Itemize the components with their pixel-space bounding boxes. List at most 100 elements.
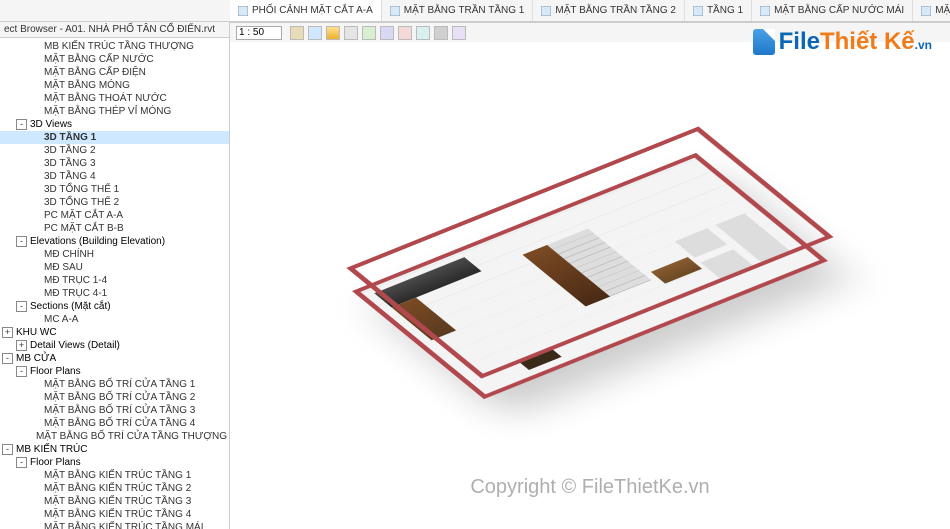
tree-item-label: Elevations (Building Elevation)	[30, 236, 165, 247]
tree-item[interactable]: MẶT BẰNG KIẾN TRÚC TẦNG MÁI	[0, 521, 229, 529]
tree-item[interactable]: MẶT BẰNG BỐ TRÍ CỬA TẦNG 3	[0, 404, 229, 417]
tree-item[interactable]: MẶT BẰNG BỐ TRÍ CỬA TẦNG THƯỢNG	[0, 430, 229, 443]
tree-item-label: MĐ TRỤC 1-4	[44, 275, 107, 286]
tree-item-label: MB CỬA	[16, 353, 56, 364]
tree-section-header[interactable]: +KHU WC	[0, 326, 229, 339]
tree-item-label: 3D TỔNG THỂ 2	[44, 197, 119, 208]
view-tab[interactable]: MẶT B	[913, 0, 950, 21]
collapse-icon[interactable]: -	[2, 444, 13, 455]
tree-item-label: 3D TỔNG THỂ 1	[44, 184, 119, 195]
tree-item[interactable]: MẶT BẰNG BỐ TRÍ CỬA TẦNG 2	[0, 391, 229, 404]
tree-item-label: 3D TẦNG 4	[44, 171, 96, 182]
view-tab-icon	[760, 6, 770, 16]
tree-item[interactable]: MẶT BẰNG KIẾN TRÚC TẦNG 3	[0, 495, 229, 508]
tree-section-header[interactable]: -MB KIẾN TRÚC	[0, 443, 229, 456]
tree-section-header[interactable]: -Sections (Mặt cắt)	[0, 300, 229, 313]
tree-item[interactable]: 3D TẦNG 3	[0, 157, 229, 170]
view-tab[interactable]: MẶT BẰNG TRẦN TẦNG 1	[382, 0, 534, 21]
project-browser-tree[interactable]: MB KIẾN TRÚC TẦNG THƯỢNG MẶT BẰNG CẤP NƯỚ…	[0, 38, 229, 529]
armchair-1	[700, 249, 753, 279]
sofa	[716, 213, 791, 262]
tree-item[interactable]: MẶT BẰNG MÓNG	[0, 79, 229, 92]
tree-item[interactable]: 3D TỔNG THỂ 1	[0, 183, 229, 196]
tree-item-label: Detail Views (Detail)	[30, 340, 120, 351]
tree-item[interactable]: MẶT BẰNG CẤP ĐIỆN	[0, 66, 229, 79]
collapse-icon[interactable]: -	[16, 457, 27, 468]
tree-item[interactable]: MẶT BẰNG THÉP VỈ MÓNG	[0, 105, 229, 118]
main-area: ect Browser - A01. NHÀ PHỐ TÂN CỔ ĐIỂN.r…	[0, 22, 950, 529]
tree-section-header[interactable]: +Detail Views (Detail)	[0, 339, 229, 352]
tree-item-label: 3D TẦNG 3	[44, 158, 96, 169]
collapse-icon[interactable]: -	[2, 353, 13, 364]
tree-item-label: Floor Plans	[30, 457, 81, 468]
tree-item[interactable]: MẶT BẰNG BỐ TRÍ CỬA TẦNG 1	[0, 378, 229, 391]
tree-section-header[interactable]: -Elevations (Building Elevation)	[0, 235, 229, 248]
tree-section-header[interactable]: -3D Views	[0, 118, 229, 131]
tree-item-label: MC A-A	[44, 314, 78, 325]
expand-icon[interactable]: +	[16, 340, 27, 351]
viewport-3d[interactable]: FileThiết Kế.vn Copyright © FileThietKe.…	[230, 22, 950, 529]
tree-item-label: MĐ CHÍNH	[44, 249, 94, 260]
project-browser-panel: ect Browser - A01. NHÀ PHỐ TÂN CỔ ĐIỂN.r…	[0, 22, 230, 529]
view-tab-icon	[238, 6, 248, 16]
coffee-table	[651, 257, 702, 284]
tree-item-label: MB KIẾN TRÚC	[16, 444, 88, 455]
collapse-icon[interactable]: -	[16, 366, 27, 377]
kitchen-counter	[374, 257, 481, 307]
view-tab-label: PHỐI CẢNH MẶT CẮT A-A	[252, 5, 373, 16]
expand-icon[interactable]: +	[2, 327, 13, 338]
tree-section-header[interactable]: -Floor Plans	[0, 365, 229, 378]
tree-item-label: MẶT BẰNG BỐ TRÍ CỬA TẦNG 2	[44, 392, 195, 403]
tree-item[interactable]: PC MẶT CẮT A-A	[0, 209, 229, 222]
tree-item-label: MẶT BẰNG KIẾN TRÚC TẦNG 3	[44, 496, 191, 507]
tree-item[interactable]: MẶT BẰNG KIẾN TRÚC TẦNG 4	[0, 508, 229, 521]
view-tab[interactable]: MẶT BẰNG TRẦN TẦNG 2	[533, 0, 685, 21]
tree-item-label: 3D Views	[30, 119, 72, 130]
view-tab-label: MẶT BẰNG CẤP NƯỚC MÁI	[774, 5, 904, 16]
tree-item[interactable]: 3D TẦNG 2	[0, 144, 229, 157]
project-browser-title: ect Browser - A01. NHÀ PHỐ TÂN CỔ ĐIỂN.r…	[0, 22, 229, 38]
tree-item-label: MĐ SAU	[44, 262, 83, 273]
tree-item-label: MẶT BẰNG KIẾN TRÚC TẦNG 4	[44, 509, 191, 520]
tree-item[interactable]: MB KIẾN TRÚC TẦNG THƯỢNG	[0, 40, 229, 53]
view-tab[interactable]: PHỐI CẢNH MẶT CẮT A-A	[230, 0, 382, 21]
view-tab-icon	[693, 6, 703, 16]
tree-item-label: MẶT BẰNG BỐ TRÍ CỬA TẦNG 1	[44, 379, 195, 390]
collapse-icon[interactable]: -	[16, 236, 27, 247]
tree-item[interactable]: MẶT BẰNG BỐ TRÍ CỬA TẦNG 4	[0, 417, 229, 430]
floor-slab	[352, 152, 828, 398]
tree-item-label: MẶT BẰNG BỐ TRÍ CỬA TẦNG 4	[44, 418, 195, 429]
tree-item[interactable]: 3D TẦNG 4	[0, 170, 229, 183]
tree-item-label: 3D TẦNG 2	[44, 145, 96, 156]
tree-item[interactable]: MĐ TRỤC 1-4	[0, 274, 229, 287]
tree-section-header[interactable]: -MB CỬA	[0, 352, 229, 365]
view-tab-icon	[541, 6, 551, 16]
staircase	[547, 228, 651, 296]
view-canvas[interactable]	[230, 22, 950, 529]
tree-item[interactable]: MC A-A	[0, 313, 229, 326]
tree-section-header[interactable]: -Floor Plans	[0, 456, 229, 469]
armchair-2	[675, 228, 728, 258]
tree-item-label: PC MẶT CẮT B-B	[44, 223, 124, 234]
collapse-icon[interactable]: -	[16, 119, 27, 130]
view-tabs-bar: PHỐI CẢNH MẶT CẮT A-A MẶT BẰNG TRẦN TẦNG …	[0, 0, 950, 22]
view-tab[interactable]: TẦNG 1	[685, 0, 752, 21]
view-tab-icon	[390, 6, 400, 16]
tree-item[interactable]: MẶT BẰNG THOÁT NƯỚC	[0, 92, 229, 105]
tree-item[interactable]: 3D TẦNG 1	[0, 131, 229, 144]
tree-item[interactable]: MĐ CHÍNH	[0, 248, 229, 261]
wood-partition	[523, 244, 611, 306]
tree-item[interactable]: 3D TỔNG THỂ 2	[0, 196, 229, 209]
tree-item[interactable]: PC MẶT CẮT B-B	[0, 222, 229, 235]
view-tab[interactable]: MẶT BẰNG CẤP NƯỚC MÁI	[752, 0, 913, 21]
tree-item[interactable]: MẶT BẰNG KIẾN TRÚC TẦNG 2	[0, 482, 229, 495]
tree-item-label: MẶT BẰNG CẤP NƯỚC	[44, 54, 154, 65]
tree-item[interactable]: MẶT BẰNG CẤP NƯỚC	[0, 53, 229, 66]
collapse-icon[interactable]: -	[16, 301, 27, 312]
tree-item[interactable]: MĐ TRỤC 4-1	[0, 287, 229, 300]
tree-item-label: MB KIẾN TRÚC TẦNG THƯỢNG	[44, 41, 194, 52]
tree-item-label: 3D TẦNG 1	[44, 132, 96, 143]
tree-item-label: MẶT BẰNG KIẾN TRÚC TẦNG 2	[44, 483, 191, 494]
tree-item[interactable]: MẶT BẰNG KIẾN TRÚC TẦNG 1	[0, 469, 229, 482]
tree-item[interactable]: MĐ SAU	[0, 261, 229, 274]
